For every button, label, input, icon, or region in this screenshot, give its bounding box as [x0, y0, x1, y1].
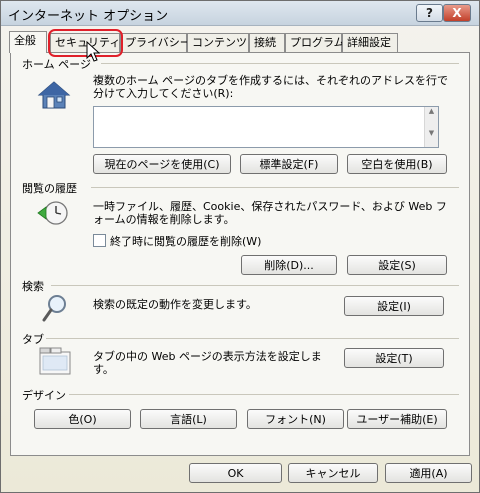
- scroll-down-icon[interactable]: ▼: [425, 129, 438, 137]
- use-default-button[interactable]: 標準設定(F): [240, 154, 338, 174]
- divider: [51, 285, 459, 286]
- delete-history-button[interactable]: 削除(D)...: [241, 255, 337, 275]
- divider: [101, 63, 459, 64]
- browsing-history-heading: 閲覧の履歴: [22, 182, 77, 195]
- mouse-pointer-icon: [86, 41, 101, 62]
- search-settings-button[interactable]: 設定(I): [344, 296, 444, 316]
- tab-content[interactable]: コンテンツ: [187, 33, 249, 52]
- use-current-button[interactable]: 現在のページを使用(C): [93, 154, 231, 174]
- cancel-button[interactable]: キャンセル: [288, 463, 378, 483]
- tabbed-window-icon: [39, 347, 71, 375]
- tab-connections[interactable]: 接続: [249, 33, 285, 52]
- internet-options-dialog: インターネット オプション ? X 全般 セキュリティ プライバシー コンテンツ…: [0, 0, 480, 493]
- history-clock-icon: [37, 201, 68, 225]
- search-description: 検索の既定の動作を変更します。: [93, 298, 257, 311]
- divider: [69, 394, 459, 395]
- home-page-scrollbar[interactable]: ▲ ▼: [424, 107, 438, 147]
- home-icon: [37, 81, 71, 109]
- help-icon: ?: [426, 6, 433, 20]
- divider: [91, 187, 459, 188]
- tabs-heading: タブ: [22, 333, 44, 346]
- search-heading: 検索: [22, 280, 44, 293]
- delete-on-exit-checkbox[interactable]: [93, 234, 106, 247]
- tabs-settings-button[interactable]: 設定(T): [344, 348, 444, 368]
- window-title: インターネット オプション: [8, 9, 169, 24]
- use-blank-button[interactable]: 空白を使用(B): [347, 154, 447, 174]
- appearance-heading: デザイン: [22, 389, 66, 402]
- scroll-up-icon[interactable]: ▲: [425, 107, 438, 115]
- search-magnifier-icon: [42, 295, 66, 322]
- home-page-url-input[interactable]: ▲ ▼: [93, 106, 439, 148]
- fonts-button[interactable]: フォント(N): [247, 409, 344, 429]
- tab-advanced[interactable]: 詳細設定: [342, 33, 398, 52]
- languages-button[interactable]: 言語(L): [140, 409, 237, 429]
- divider: [46, 338, 459, 339]
- tab-general[interactable]: 全般: [9, 31, 47, 53]
- close-icon: X: [452, 6, 462, 20]
- tab-privacy[interactable]: プライバシー: [120, 33, 191, 52]
- help-button[interactable]: ?: [416, 4, 443, 22]
- ok-button[interactable]: OK: [189, 463, 282, 483]
- history-settings-button[interactable]: 設定(S): [347, 255, 447, 275]
- home-page-description: 複数のホーム ページのタブを作成するには、それぞれのアドレスを行で分けて入力して…: [93, 74, 448, 100]
- delete-on-exit-label[interactable]: 終了時に閲覧の履歴を削除(W): [110, 235, 261, 248]
- tab-programs[interactable]: プログラム: [285, 33, 345, 52]
- colors-button[interactable]: 色(O): [34, 409, 131, 429]
- general-tab-panel: ホーム ページ 複数のホーム ページのタブを作成するには、それぞれのアドレスを行…: [10, 52, 470, 456]
- browsing-history-description: 一時ファイル、履歴、Cookie、保存されたパスワード、および Web フォーム…: [93, 200, 447, 226]
- accessibility-button[interactable]: ユーザー補助(E): [347, 409, 447, 429]
- home-page-heading: ホーム ページ: [22, 58, 91, 71]
- tabs-description: タブの中の Web ページの表示方法を設定します。: [93, 350, 322, 376]
- title-bar: インターネット オプション ? X: [1, 1, 479, 26]
- close-button[interactable]: X: [443, 4, 471, 22]
- apply-button[interactable]: 適用(A): [385, 463, 472, 483]
